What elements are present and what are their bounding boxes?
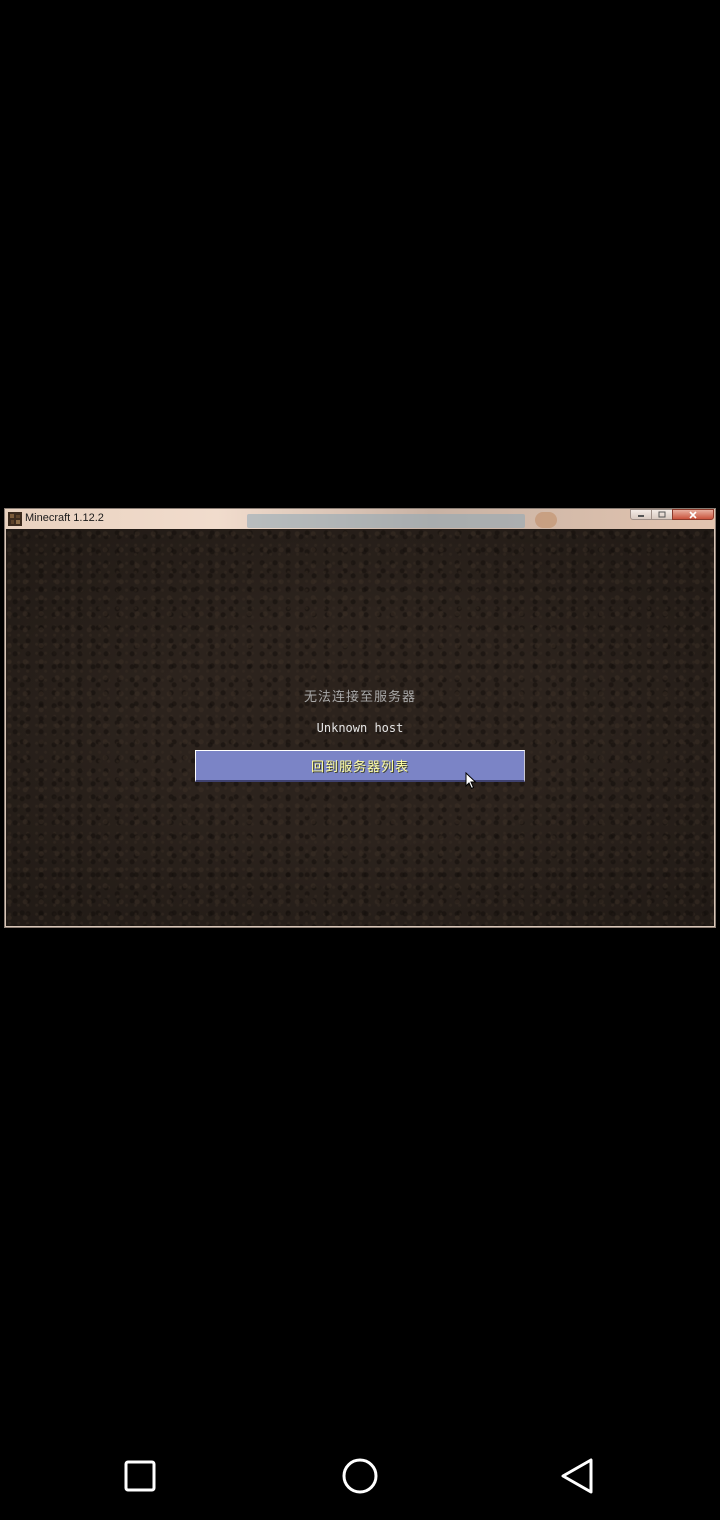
phone-screen: Minecraft 1.12.2 无法连接至服务器 Unknown host 回… [0, 0, 720, 1520]
window-titlebar[interactable]: Minecraft 1.12.2 [5, 509, 715, 529]
game-viewport: 无法连接至服务器 Unknown host 回到服务器列表 [6, 529, 714, 926]
android-navigation-bar [0, 1430, 720, 1520]
back-icon[interactable] [558, 1456, 598, 1496]
maximize-button[interactable] [651, 509, 673, 520]
connection-error-detail: Unknown host [316, 721, 404, 735]
close-icon [689, 510, 697, 519]
connection-error-title: 无法连接至服务器 [303, 690, 416, 705]
titlebar-background-blur [535, 512, 557, 528]
maximize-icon [658, 511, 666, 518]
recents-icon[interactable] [120, 1456, 160, 1496]
home-icon[interactable] [340, 1456, 380, 1496]
mouse-cursor-icon [465, 772, 477, 790]
titlebar-background-blur [247, 514, 525, 528]
minecraft-window: Minecraft 1.12.2 无法连接至服务器 Unknown host 回… [4, 508, 716, 928]
minecraft-icon [8, 512, 22, 526]
minimize-button[interactable] [630, 509, 652, 520]
minimize-icon [638, 514, 644, 517]
close-button[interactable] [672, 509, 714, 520]
window-title: Minecraft 1.12.2 [25, 512, 104, 524]
